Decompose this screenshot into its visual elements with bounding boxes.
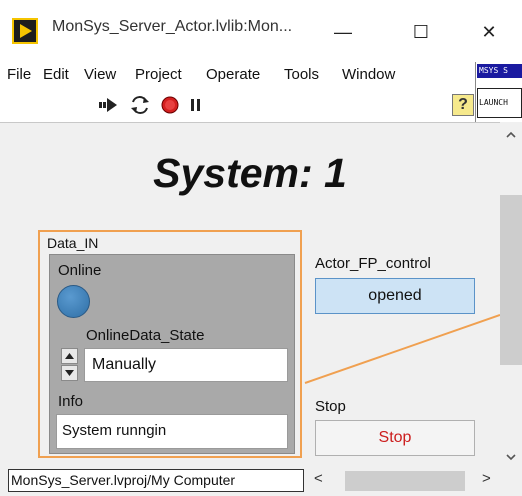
- scroll-left-arrow[interactable]: <: [314, 470, 323, 487]
- online-label: Online: [58, 262, 102, 279]
- menu-bar: [0, 62, 522, 88]
- online-led-indicator: [57, 285, 90, 318]
- actor-fp-control-label: Actor_FP_control: [315, 255, 431, 272]
- menu-window[interactable]: Window: [342, 66, 395, 83]
- menu-tools[interactable]: Tools: [284, 66, 319, 83]
- pause-icon[interactable]: [188, 96, 204, 114]
- scroll-up-arrow-icon[interactable]: [504, 128, 518, 142]
- menu-edit[interactable]: Edit: [43, 66, 69, 83]
- online-data-state-label: OnlineData_State: [86, 327, 205, 344]
- run-continuously-icon[interactable]: [129, 95, 151, 115]
- toolbar: [0, 88, 522, 122]
- info-value: System runngin: [62, 422, 167, 439]
- stop-button[interactable]: Stop: [315, 420, 475, 456]
- maximize-button[interactable]: ☐: [398, 12, 444, 52]
- minimize-button[interactable]: —: [320, 12, 366, 52]
- horizontal-scroll-thumb[interactable]: [345, 471, 465, 491]
- context-help-button[interactable]: ?: [452, 94, 474, 116]
- online-data-state-value: Manually: [92, 356, 157, 373]
- spin-up-button[interactable]: [61, 348, 78, 364]
- scroll-right-arrow[interactable]: >: [482, 470, 491, 487]
- project-path: MonSys_Server.lvproj/My Computer: [8, 469, 304, 492]
- abort-icon[interactable]: [159, 95, 181, 115]
- spin-down-button[interactable]: [61, 365, 78, 381]
- info-label: Info: [58, 393, 84, 410]
- menu-view[interactable]: View: [84, 66, 116, 83]
- vi-icon-label-bottom: LAUNCH: [477, 88, 522, 118]
- close-button[interactable]: ✕: [466, 12, 512, 52]
- system-title: System: 1: [153, 150, 347, 196]
- data-in-label: Data_IN: [47, 235, 99, 251]
- wire-connector: [304, 314, 500, 384]
- window-title: MonSys_Server_Actor.lvlib:Mon...: [52, 18, 293, 35]
- stop-label: Stop: [315, 398, 346, 415]
- vi-icon-label-top: MSYS S: [477, 64, 522, 78]
- menu-operate[interactable]: Operate: [206, 66, 260, 83]
- scroll-down-arrow-icon[interactable]: [504, 450, 518, 464]
- labview-app-icon: [12, 18, 38, 44]
- vertical-scroll-thumb[interactable]: [500, 195, 522, 365]
- menu-file[interactable]: File: [7, 66, 31, 83]
- menu-project[interactable]: Project: [135, 66, 182, 83]
- run-arrow-icon[interactable]: [97, 95, 119, 115]
